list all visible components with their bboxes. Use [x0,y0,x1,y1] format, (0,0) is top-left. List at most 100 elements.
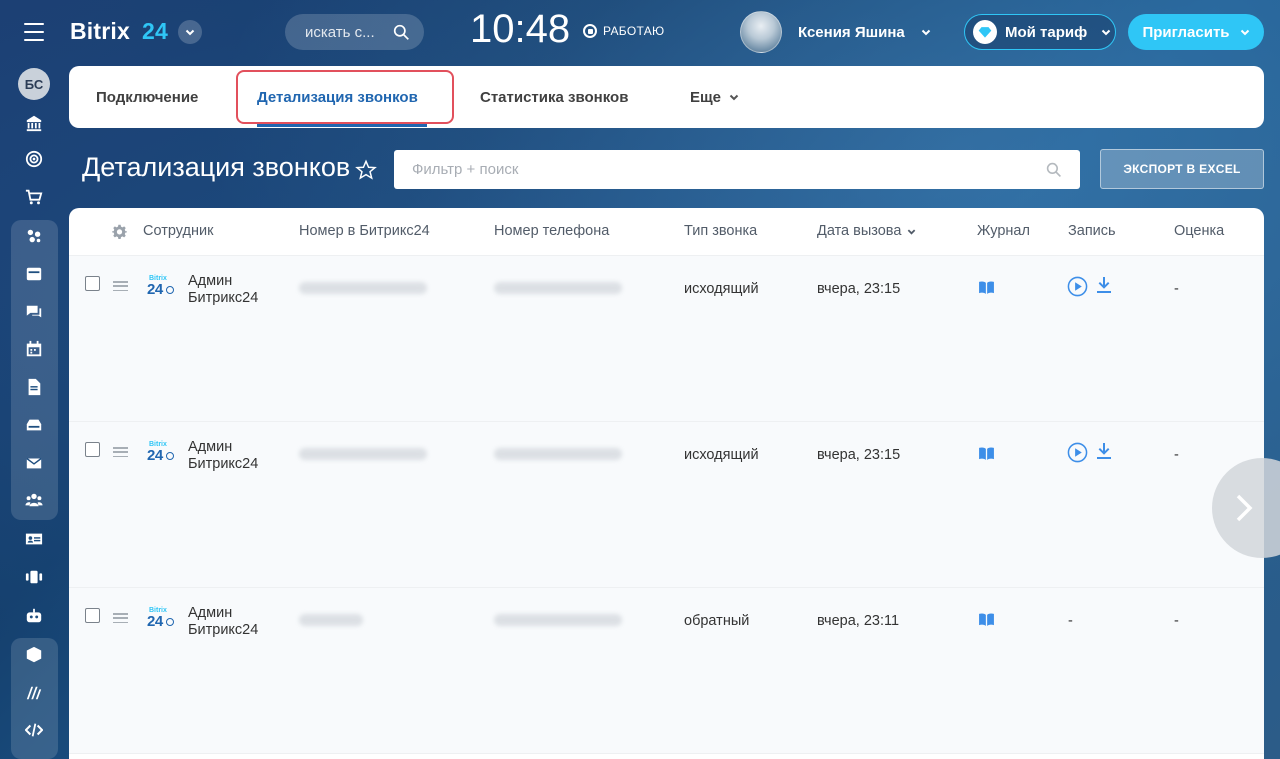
filter-search-input[interactable] [412,161,1012,178]
play-icon[interactable] [1067,276,1089,298]
row-checkbox[interactable] [85,608,100,623]
column-header-log[interactable]: Журнал [977,223,1030,239]
rating-value: - [1174,281,1179,297]
crm-icon[interactable] [22,224,46,248]
download-icon[interactable] [1097,277,1113,295]
call-date: вчера, 23:15 [817,447,901,463]
top-search-input[interactable] [305,23,385,41]
column-header-record[interactable]: Запись [1068,223,1116,239]
invite-button[interactable]: Пригласить [1128,14,1264,50]
sort-down-icon [908,229,916,235]
filter-search-box[interactable] [394,150,1080,189]
tab-connection[interactable]: Подключение [96,66,198,128]
goal-icon[interactable] [22,147,46,171]
book-icon[interactable] [979,281,995,295]
tab-call-statistics[interactable]: Статистика звонков [480,66,628,128]
tabs-panel [69,66,1264,128]
tab-more-label: Еще [690,88,722,106]
chevron-down-icon [921,29,930,36]
sidebar-avatar[interactable]: БС [18,68,50,100]
table-row[interactable]: Bitrix 24 Админ Битрикс24 исходящий вчер… [69,422,1264,588]
employee-name-line1: Админ [188,439,233,455]
user-avatar[interactable] [740,11,782,53]
call-date: вчера, 23:15 [817,281,901,297]
logo-big-text: 24 [147,281,163,298]
tariff-label: Мой тариф [1005,23,1088,41]
column-header-call-date-label: Дата вызова [817,223,902,239]
drag-handle-icon[interactable] [113,281,128,291]
feed-icon[interactable] [22,262,46,286]
hamburger-menu-icon[interactable] [24,23,44,41]
chevron-down-icon [1102,29,1111,36]
row-checkbox[interactable] [85,442,100,457]
table-row[interactable]: Bitrix 24 Админ Битрикс24 обратный вчера… [69,588,1264,754]
clock[interactable]: 10:48 [470,7,570,52]
calendar-icon[interactable] [22,337,46,361]
row-checkbox[interactable] [85,276,100,291]
group-icon[interactable] [22,488,46,512]
grid-header: Сотрудник Номер в Битрикс24 Номер телефо… [69,208,1264,256]
user-name: Ксения Яшина [798,23,905,41]
download-icon[interactable] [1097,443,1113,461]
chevron-down-icon[interactable] [177,19,202,44]
my-tariff-button[interactable]: Мой тариф [964,14,1116,50]
gear-icon[interactable] [112,224,128,240]
employee-name-line2: Битрикс24 [188,290,259,306]
market-icon[interactable] [22,643,46,667]
drive-icon[interactable] [22,413,46,437]
column-header-call-type[interactable]: Тип звонка [684,223,757,239]
chat-icon[interactable] [22,300,46,324]
employee-name[interactable]: Админ Битрикс24 [188,439,288,473]
column-header-phone-number[interactable]: Номер телефона [494,223,609,239]
user-menu[interactable]: Ксения Яшина [740,11,931,53]
tab-more[interactable]: Еще [690,66,739,128]
employee-name[interactable]: Админ Битрикс24 [188,273,288,307]
rating-value: - [1174,447,1179,463]
home-icon[interactable] [22,111,46,135]
robot-icon[interactable] [22,604,46,628]
search-icon[interactable] [393,24,410,41]
export-excel-button[interactable]: ЭКСПОРТ В EXCEL [1100,149,1264,189]
contact-center-icon[interactable] [22,527,46,551]
blurred-phone-number [494,614,622,626]
call-type: исходящий [684,447,759,463]
developer-icon[interactable] [22,718,46,742]
chevron-right-icon [1236,494,1253,522]
bitrix24-logo[interactable]: Bitrix 24 [70,18,202,45]
column-header-bitrix-number[interactable]: Номер в Битрикс24 [299,223,430,239]
diamond-icon [973,20,997,44]
drag-handle-icon[interactable] [113,613,128,623]
record-value: - [1068,613,1073,629]
sites-icon[interactable] [22,681,46,705]
cart-icon[interactable] [22,185,46,209]
drag-handle-icon[interactable] [113,447,128,457]
search-icon[interactable] [1046,162,1062,178]
column-header-call-date[interactable]: Дата вызова [817,223,916,239]
blurred-bitrix-number [299,614,363,626]
employee-name-line2: Битрикс24 [188,456,259,472]
calls-grid: Сотрудник Номер в Битрикс24 Номер телефо… [69,208,1264,759]
stop-icon [583,24,597,38]
star-icon[interactable] [355,159,379,183]
document-icon[interactable] [22,375,46,399]
book-icon[interactable] [979,613,995,627]
book-icon[interactable] [979,447,995,461]
column-header-rating[interactable]: Оценка [1174,223,1224,239]
clock-icon [166,286,174,294]
logo-big-text: 24 [147,613,163,630]
page-title: Детализация звонков [82,152,351,182]
column-header-employee[interactable]: Сотрудник [143,223,213,239]
work-status[interactable]: РАБОТАЮ [583,24,664,38]
chevron-down-icon [1240,29,1249,36]
call-type: обратный [684,613,750,629]
tab-call-details[interactable]: Детализация звонков [257,66,418,128]
employee-name[interactable]: Админ Битрикс24 [188,605,288,639]
top-search-box[interactable] [285,14,424,50]
invite-label: Пригласить [1142,23,1230,41]
play-icon[interactable] [1067,442,1089,464]
table-row[interactable]: Bitrix 24 Админ Битрикс24 исходящий вчер… [69,256,1264,422]
mail-icon[interactable] [22,451,46,475]
telephony-icon[interactable] [22,565,46,589]
clock-icon [166,618,174,626]
call-type: исходящий [684,281,759,297]
